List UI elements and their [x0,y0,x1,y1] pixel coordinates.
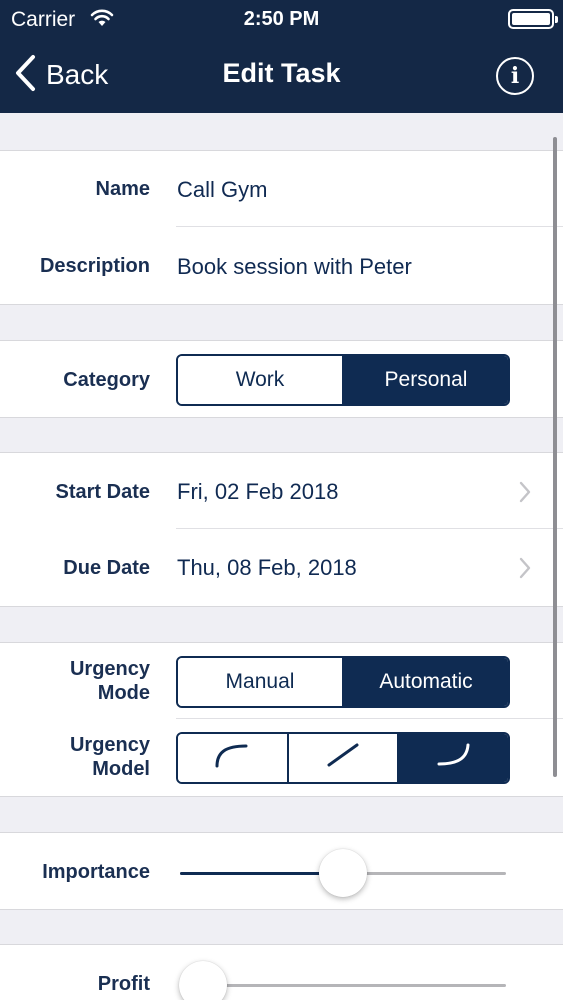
urgency-mode-label-line1: Urgency [69,658,150,680]
start-date-row[interactable]: Start Date Fri, 02 Feb 2018 [0,452,563,529]
curve-linear-icon [325,742,361,774]
battery-icon [508,9,558,29]
urgency-mode-label-line2: Mode [97,682,150,704]
description-value: Book session with Peter [177,254,412,279]
category-option-work[interactable]: Work [178,356,342,404]
curve-concave-icon [214,742,250,774]
urgency-mode-segmented-control[interactable]: Manual Automatic [176,656,510,708]
urgency-model-option-convex[interactable] [397,734,508,782]
info-icon: i [510,63,520,89]
status-bar: Carrier 2:50 PM [0,0,563,40]
urgency-model-option-concave[interactable] [178,734,287,782]
info-button[interactable]: i [496,57,534,95]
urgency-model-label: Urgency Model [0,733,150,781]
urgency-mode-row: Urgency Mode Manual Automatic [0,642,563,719]
urgency-mode-option-manual[interactable]: Manual [178,658,342,706]
start-date-value: Fri, 02 Feb 2018 [177,479,339,504]
urgency-model-label-line2: Model [92,758,150,780]
category-option-personal[interactable]: Personal [342,356,508,404]
importance-slider-thumb[interactable] [319,849,367,897]
scrollbar[interactable] [553,137,557,777]
profit-label: Profit [97,973,150,995]
category-segmented-control[interactable]: Work Personal [176,354,510,406]
profit-slider[interactable] [178,961,506,1000]
urgency-mode-label: Urgency Mode [0,657,150,705]
profit-slider-thumb[interactable] [178,961,227,1000]
clock: 2:50 PM [243,8,320,30]
name-value: Call Gym [177,177,268,202]
description-label: Description [39,255,150,277]
urgency-model-segmented-control[interactable] [176,732,510,784]
category-row: Category Work Personal [0,340,563,418]
category-label: Category [63,369,150,391]
urgency-mode-option-automatic[interactable]: Automatic [342,658,508,706]
chevron-right-icon [518,556,532,585]
urgency-model-row: Urgency Model [0,719,563,797]
importance-row: Importance [0,832,563,910]
description-row[interactable]: Description Book session with Peter [0,227,563,305]
importance-slider[interactable] [180,849,506,897]
curve-convex-icon [436,742,472,774]
page-title: Edit Task [222,58,341,88]
profit-row: Profit [0,944,563,1000]
urgency-model-label-line1: Urgency [69,734,150,756]
name-row[interactable]: Name Call Gym [0,150,563,227]
name-label: Name [95,178,150,200]
importance-label: Importance [42,861,150,883]
due-date-label: Due Date [63,557,150,579]
due-date-value: Thu, 08 Feb, 2018 [177,555,357,580]
navigation-bar: Carrier 2:50 PM Back Edit Task i [0,0,563,113]
start-date-label: Start Date [55,481,150,503]
urgency-model-option-linear[interactable] [286,734,398,782]
chevron-right-icon [518,480,532,509]
due-date-row[interactable]: Due Date Thu, 08 Feb, 2018 [0,529,563,607]
